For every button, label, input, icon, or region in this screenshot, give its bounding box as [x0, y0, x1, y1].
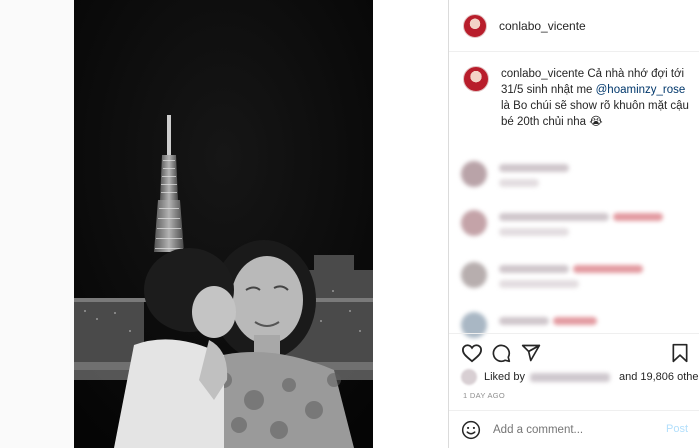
instagram-post-modal: conlabo_vicente conlabo_vicente Cả nhà n…	[0, 0, 699, 448]
comment-input[interactable]	[493, 423, 643, 436]
caption-username[interactable]: conlabo_vicente	[501, 68, 584, 80]
heart-icon[interactable]	[461, 343, 483, 363]
liker-avatar	[461, 369, 477, 385]
author-avatar[interactable]	[463, 13, 487, 38]
likes-summary: Liked by and 19,806 others	[461, 368, 699, 386]
photo-side-margin	[373, 0, 448, 448]
caption: conlabo_vicente Cả nhà nhớ đợi tới 31/5 …	[463, 66, 691, 130]
liked-by-label: Liked by	[484, 371, 525, 383]
comment-composer: Post	[449, 410, 699, 448]
comment-item	[461, 157, 691, 191]
author-username[interactable]: conlabo_vicente	[499, 19, 586, 33]
post-photo[interactable]	[74, 0, 373, 448]
comment-avatar	[461, 161, 487, 187]
caption-emoji: 😭	[589, 116, 603, 128]
post-timestamp[interactable]: 1 DAY AGO	[463, 391, 505, 400]
post-side-panel: conlabo_vicente conlabo_vicente Cả nhà n…	[448, 0, 699, 448]
smiley-icon[interactable]	[461, 420, 481, 440]
liker-name-redacted	[529, 372, 610, 382]
comment-avatar	[461, 210, 487, 236]
caption-mention[interactable]: @hoaminzy_rose	[596, 84, 686, 96]
post-header: conlabo_vicente	[449, 0, 699, 52]
share-icon[interactable]	[521, 343, 541, 363]
comment-icon[interactable]	[491, 343, 511, 363]
caption-text: conlabo_vicente Cả nhà nhớ đợi tới 31/5 …	[501, 66, 691, 130]
caption-avatar[interactable]	[463, 66, 489, 92]
comment-avatar	[461, 262, 487, 288]
comment-item	[461, 206, 691, 240]
comment-item	[461, 258, 691, 292]
post-actions	[449, 333, 699, 371]
bookmark-icon[interactable]	[671, 343, 689, 363]
likes-count-link[interactable]: and 19,806 others	[619, 371, 699, 383]
post-comment-button[interactable]: Post	[666, 423, 688, 435]
page-gutter	[0, 0, 74, 448]
